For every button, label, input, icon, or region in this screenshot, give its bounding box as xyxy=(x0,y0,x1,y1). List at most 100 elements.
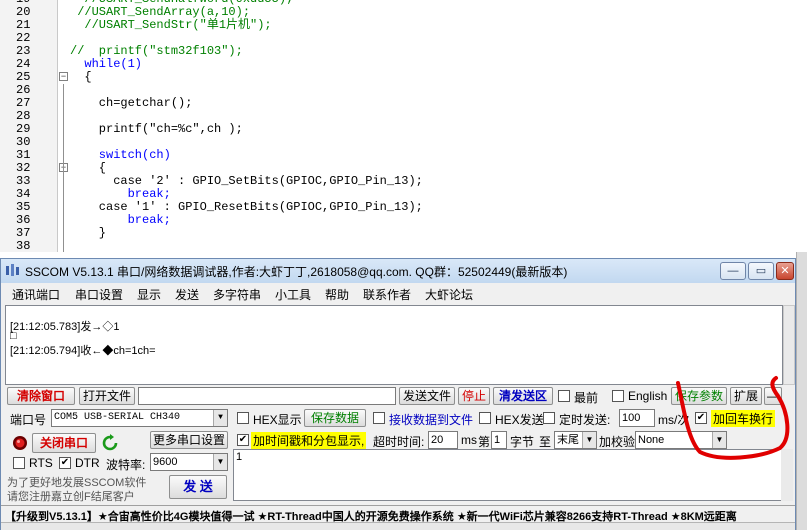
port-select[interactable]: COM5 USB-SERIAL CH340 ▼ xyxy=(51,409,228,427)
line-number: 38 xyxy=(16,239,31,253)
code-line: 38 xyxy=(0,239,807,253)
menu-comm-port[interactable]: 通讯端口 xyxy=(12,286,60,303)
menu-forum[interactable]: 大虾论坛 xyxy=(425,286,473,303)
bottom-status-strip xyxy=(1,522,795,530)
close-port-button[interactable]: 关闭串口 xyxy=(32,433,96,453)
hex-display-checkbox[interactable] xyxy=(237,412,249,424)
expand-button[interactable]: 扩展 xyxy=(730,387,762,405)
baud-select[interactable]: 9600 ▼ xyxy=(150,453,228,471)
send-scrollbar[interactable] xyxy=(781,449,793,501)
code-line: 27 ch=getchar(); xyxy=(0,97,807,110)
code-line: 37 } xyxy=(0,227,807,240)
save-data-button[interactable]: 保存数据 xyxy=(304,409,366,427)
collapse-button[interactable]: — xyxy=(764,387,782,405)
baud-label: 波特率: xyxy=(106,458,146,472)
status-ticker[interactable]: 【升级到V5.13.1】★合宙高性价比4G模块值得一试 ★RT-Thread中国… xyxy=(5,508,737,522)
clear-window-button[interactable]: 清除窗口 xyxy=(7,387,75,405)
checksum-select[interactable]: None ▼ xyxy=(635,431,727,449)
checksum-select-value: None xyxy=(638,434,665,446)
desktop-strip xyxy=(796,252,807,530)
receive-line: □ xyxy=(10,330,17,342)
chevron-down-icon: ▼ xyxy=(213,410,227,426)
send-file-button[interactable]: 发送文件 xyxy=(399,387,455,405)
dtr-label: DTR xyxy=(75,456,100,470)
timed-send-checkbox[interactable] xyxy=(543,412,555,424)
port-select-value: COM5 USB-SERIAL CH340 xyxy=(54,412,181,423)
menu-tools[interactable]: 小工具 xyxy=(275,286,311,303)
minimize-icon: — xyxy=(727,265,739,277)
english-checkbox[interactable] xyxy=(612,390,624,402)
hex-display-label: HEX显示 xyxy=(253,413,302,427)
byte-label: 字节 xyxy=(510,435,535,449)
menu-display[interactable]: 显示 xyxy=(137,286,161,303)
send-text-value: 1 xyxy=(236,451,243,463)
byte-from-label: 第 xyxy=(478,435,491,449)
clear-send-button[interactable]: 清发送区 xyxy=(493,387,553,405)
code-line: 24 while(1) xyxy=(0,58,807,71)
timeout-unit: ms xyxy=(461,433,477,447)
refresh-icon[interactable] xyxy=(101,434,119,452)
title-bar[interactable]: SSCOM V5.13.1 串口/网络数据调试器,作者:大虾丁丁,2618058… xyxy=(1,259,795,283)
close-button[interactable]: ✕ xyxy=(776,262,794,280)
minimize-button[interactable]: — xyxy=(720,262,746,280)
front-most-checkbox[interactable] xyxy=(558,390,570,402)
receive-scrollbar[interactable] xyxy=(783,305,795,385)
fold-guide-line xyxy=(63,84,64,252)
dtr-checkbox[interactable]: ✔ xyxy=(59,457,71,469)
more-port-settings-button[interactable]: 更多串口设置 xyxy=(150,431,228,449)
chevron-down-icon: ▼ xyxy=(582,432,596,448)
code-line: 31 switch(ch) xyxy=(0,149,807,162)
english-label: English xyxy=(628,389,668,403)
timed-send-label: 定时发送: xyxy=(559,413,611,427)
byte-from-input[interactable]: 1 xyxy=(491,431,507,449)
close-icon: ✕ xyxy=(780,265,790,277)
to-select-value: 末尾 xyxy=(557,434,579,446)
rts-checkbox[interactable] xyxy=(13,457,25,469)
code-editor[interactable]: 19 //USART_SendHalfWord(0xdd55);20 //USA… xyxy=(0,0,807,252)
recv-to-file-checkbox[interactable] xyxy=(373,412,385,424)
front-most-label: 最前 xyxy=(574,391,599,405)
timestamp-checkbox[interactable]: ✔ xyxy=(237,434,249,446)
chevron-down-icon: ▼ xyxy=(712,432,726,448)
timeout-input[interactable]: 20 xyxy=(428,431,458,449)
fold-toggle-icon[interactable]: − xyxy=(59,72,68,81)
code-text: ch=getchar(); xyxy=(70,96,193,110)
chevron-down-icon: ▼ xyxy=(213,454,227,470)
interval-unit: ms/次 xyxy=(658,413,690,427)
to-label: 至 xyxy=(539,435,552,449)
timestamp-label: 加时间戳和分包显示, xyxy=(251,432,367,449)
rts-label: RTS xyxy=(29,456,53,470)
sscom-window: SSCOM V5.13.1 串口/网络数据调试器,作者:大虾丁丁,2618058… xyxy=(0,258,796,530)
code-line: 25 { xyxy=(0,71,807,84)
menu-contact-author[interactable]: 联系作者 xyxy=(363,286,411,303)
hex-send-checkbox[interactable] xyxy=(479,412,491,424)
send-button[interactable]: 发 送 xyxy=(169,475,227,499)
baud-select-value: 9600 xyxy=(153,456,178,468)
to-select[interactable]: 末尾 ▼ xyxy=(554,431,597,449)
add-crlf-checkbox[interactable]: ✔ xyxy=(695,412,707,424)
menu-send[interactable]: 发送 xyxy=(175,286,199,303)
add-crlf-label: 加回车换行 xyxy=(711,410,776,427)
menu-serial-settings[interactable]: 串口设置 xyxy=(75,286,123,303)
receive-line: [21:12:05.783]发→◇1 xyxy=(10,321,120,333)
window-title: SSCOM V5.13.1 串口/网络数据调试器,作者:大虾丁丁,2618058… xyxy=(25,265,568,279)
save-params-button[interactable]: 保存参数 xyxy=(671,387,727,405)
port-label: 端口号 xyxy=(10,413,47,427)
code-line: 29 printf("ch=%c",ch ); xyxy=(0,123,807,136)
port-status-icon xyxy=(13,436,27,450)
code-text: { xyxy=(70,70,92,84)
code-text: printf("ch=%c",ch ); xyxy=(70,122,243,136)
menu-help[interactable]: 帮助 xyxy=(325,286,349,303)
menu-bar: 通讯端口 串口设置 显示 发送 多字符串 小工具 帮助 联系作者 大虾论坛 xyxy=(1,283,795,303)
receive-area[interactable]: [21:12:05.783]发→◇1 □ [21:12:05.794]收←◆ch… xyxy=(5,305,783,385)
menu-multi-string[interactable]: 多字符串 xyxy=(213,286,261,303)
open-file-button[interactable]: 打开文件 xyxy=(79,387,135,405)
code-line: 36 break; xyxy=(0,214,807,227)
status-bar: 【升级到V5.13.1】★合宙高性价比4G模块值得一试 ★RT-Thread中国… xyxy=(1,505,795,522)
stop-button[interactable]: 停止 xyxy=(458,387,490,405)
send-text-area[interactable]: 1 xyxy=(233,449,793,501)
code-text: //USART_SendStr("单1片机"); xyxy=(70,18,272,32)
maximize-button[interactable]: ▭ xyxy=(748,262,774,280)
interval-input[interactable]: 100 xyxy=(619,409,655,427)
file-path-field[interactable] xyxy=(138,387,396,405)
